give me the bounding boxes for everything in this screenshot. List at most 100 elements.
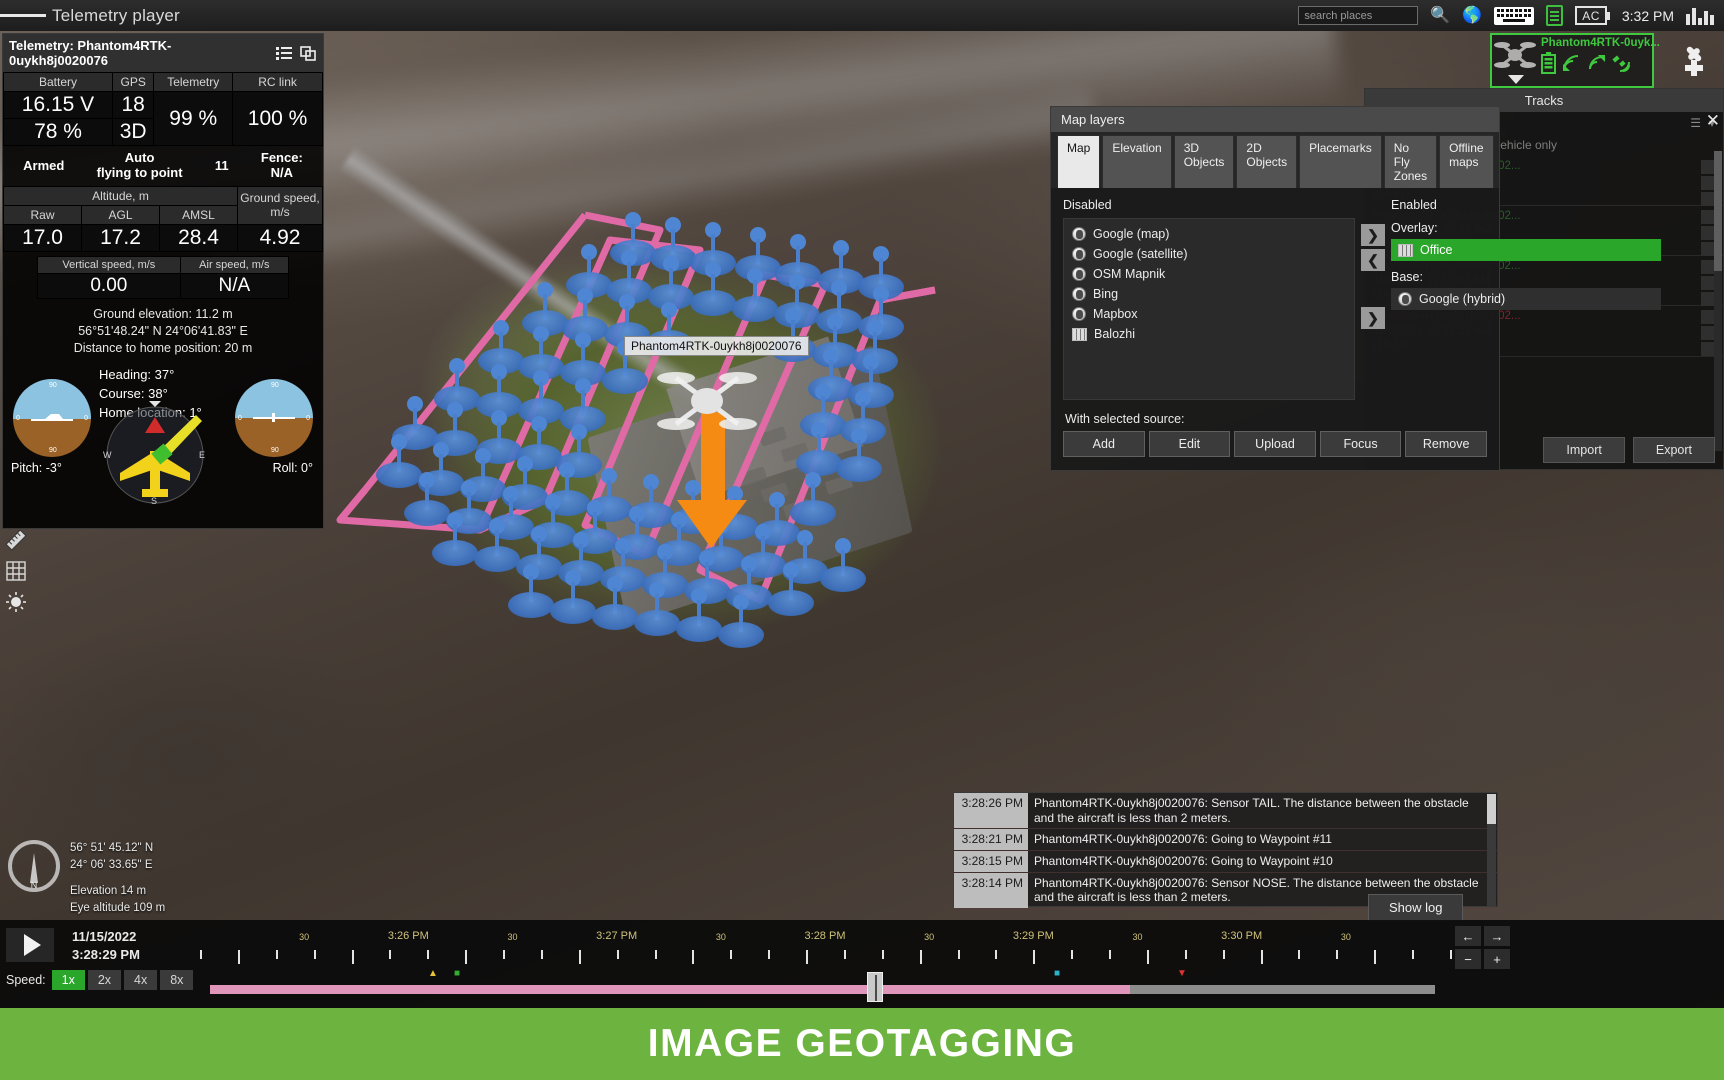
aircraft-icon[interactable]	[652, 358, 762, 446]
map-layers-title: Map layers	[1051, 107, 1499, 132]
map-layers-tab-no-fly-zones[interactable]: No Fly Zones	[1384, 135, 1437, 188]
timeline-cursor[interactable]	[867, 972, 883, 1002]
vehicle-thumbnail[interactable]	[1492, 35, 1538, 86]
map-layers-tab-placemarks[interactable]: Placemarks	[1299, 135, 1382, 188]
move-right-icon[interactable]: ❯	[1361, 224, 1385, 246]
base-item-google-hybrid[interactable]: Google (hybrid)	[1391, 288, 1661, 310]
ruler-tool-icon[interactable]	[2, 526, 30, 554]
grid-tool-icon[interactable]	[2, 557, 30, 585]
th-amsl: AMSL	[160, 205, 238, 224]
disabled-source-item[interactable]: Bing	[1064, 284, 1354, 304]
enabled-label: Enabled	[1391, 198, 1507, 212]
vehicle-dropdown-caret-icon[interactable]	[1508, 75, 1524, 84]
ground-speed-value: 4.92	[238, 224, 323, 251]
ground-elevation: Ground elevation: 11.2 m	[3, 307, 323, 321]
attitude-gauges: 90 0 0 90 Pitch: -3° 90 0 0 90 Roll: 0° …	[3, 361, 323, 511]
step-back-button[interactable]: ←	[1455, 926, 1481, 946]
show-log-button[interactable]: Show log	[1368, 894, 1463, 921]
import-button[interactable]: Import	[1543, 437, 1624, 463]
play-button[interactable]	[6, 928, 54, 962]
map-layers-actions[interactable]: AddEditUploadFocusRemove	[1051, 431, 1499, 457]
alt-agl: 17.2	[82, 224, 160, 251]
add-source-button[interactable]: Add	[1063, 431, 1145, 457]
popout-icon[interactable]	[299, 45, 317, 61]
globe-icon	[1072, 247, 1086, 261]
th-battery: Battery	[4, 73, 113, 92]
map-elevation: Elevation 14 m	[70, 883, 165, 900]
speed-button-2x[interactable]: 2x	[88, 970, 121, 990]
move-left-icon[interactable]: ❮	[1361, 249, 1385, 271]
upload-source-button[interactable]: Upload	[1234, 431, 1316, 457]
disabled-source-label: Bing	[1093, 287, 1118, 301]
map-layers-tab-offline-maps[interactable]: Offline maps	[1439, 135, 1493, 188]
disabled-source-label: Google (satellite)	[1093, 247, 1188, 261]
map-layers-tab-map[interactable]: Map	[1057, 135, 1100, 188]
focus-source-button[interactable]: Focus	[1320, 431, 1402, 457]
ruler-tick	[806, 950, 808, 964]
disabled-source-item[interactable]: Google (satellite)	[1064, 244, 1354, 264]
log-document-icon[interactable]	[1546, 5, 1563, 26]
close-icon[interactable]: ✕	[1706, 111, 1720, 131]
th-air-speed: Air speed, m/s	[180, 256, 288, 273]
telemetry-panel: Telemetry: Phantom4RTK-0uykh8j0020076 Ba…	[2, 33, 324, 529]
move-right-base-icon[interactable]: ❯	[1361, 307, 1385, 329]
list-view-icon[interactable]	[275, 45, 293, 61]
th-raw: Raw	[4, 205, 82, 224]
expand-vehicles-icon[interactable]	[1670, 40, 1718, 82]
ruler-tick	[730, 950, 732, 959]
disabled-sources-list[interactable]: Google (map) Google (satellite) OSM Mapnik…	[1063, 218, 1355, 400]
system-indicator-icon[interactable]	[1686, 7, 1714, 25]
clock: 3:32 PM	[1622, 8, 1674, 24]
globe-icon[interactable]: 🌎	[1462, 8, 1482, 24]
disabled-source-label: Google (map)	[1093, 227, 1169, 241]
ruler-label: 30	[507, 932, 517, 942]
log-scrollbar[interactable]	[1487, 794, 1496, 906]
timeline-progress	[210, 985, 1130, 994]
menu-icon[interactable]	[0, 0, 46, 31]
timeline-nav-buttons: ← → − +	[1455, 926, 1510, 969]
vehicle-map-label: Phantom4RTK-0uykh8j0020076	[624, 336, 809, 356]
speed-buttons[interactable]: 1x2x4x8x	[52, 970, 194, 990]
altitude-table: Altitude, m Ground speed, m/s Raw AGL AM…	[3, 186, 323, 252]
timeline-track[interactable]: ▲ ■ ■ ▼	[210, 980, 1435, 998]
step-forward-button[interactable]: →	[1484, 926, 1510, 946]
roll-label: Roll: 0°	[273, 461, 313, 475]
ruler-tick	[1147, 950, 1149, 964]
ruler-tick	[1185, 950, 1187, 959]
disabled-source-item[interactable]: Mapbox	[1064, 304, 1354, 324]
map-layers-tab-elevation[interactable]: Elevation	[1102, 135, 1171, 188]
ruler-tick	[465, 950, 467, 964]
player-date: 11/15/2022	[72, 928, 140, 946]
vehicle-card[interactable]: Phantom4RTK-0uyk...	[1490, 33, 1654, 88]
map-coordinate-text: 56° 51' 45.12" N 24° 06' 33.65" E Elevat…	[70, 840, 165, 917]
edit-source-button[interactable]: Edit	[1149, 431, 1231, 457]
overlay-item-office[interactable]: Office	[1391, 239, 1661, 261]
map-layers-tabs[interactable]: MapElevation3D Objects2D ObjectsPlacemar…	[1051, 132, 1499, 188]
tracks-filter-icon[interactable]: ☰	[1690, 116, 1701, 130]
brightness-tool-icon[interactable]	[2, 588, 30, 616]
globe-icon	[1072, 307, 1086, 321]
ruler-tick	[692, 950, 694, 964]
zoom-in-button[interactable]: +	[1484, 949, 1510, 969]
search-input[interactable]	[1298, 6, 1418, 25]
remove-source-button[interactable]: Remove	[1405, 431, 1487, 457]
keyboard-icon[interactable]	[1494, 7, 1534, 25]
map-layers-tab-2d-objects[interactable]: 2D Objects	[1236, 135, 1297, 188]
tracks-scrollbar[interactable]	[1714, 151, 1722, 451]
export-button[interactable]: Export	[1633, 437, 1715, 463]
search-icon[interactable]: 🔍	[1430, 8, 1450, 24]
map-layers-tab-3d-objects[interactable]: 3D Objects	[1174, 135, 1235, 188]
speed-button-4x[interactable]: 4x	[124, 970, 157, 990]
compass-icon[interactable]: N	[8, 840, 60, 892]
timeline-ruler[interactable]: 303:26 PM303:27 PM303:28 PM303:29 PM303:…	[200, 926, 1450, 972]
speed-button-1x[interactable]: 1x	[52, 970, 85, 990]
log-panel[interactable]: 3:28:26 PMPhantom4RTK-0uykh8j0020076: Se…	[953, 792, 1498, 907]
disabled-source-item[interactable]: OSM Mapnik	[1064, 264, 1354, 284]
ruler-tick	[882, 950, 884, 959]
gps-fix: 3D	[113, 119, 154, 146]
speed-button-8x[interactable]: 8x	[160, 970, 193, 990]
disabled-source-item[interactable]: Google (map)	[1064, 224, 1354, 244]
disabled-source-item[interactable]: Balozhi	[1064, 324, 1354, 344]
ruler-tick	[1261, 950, 1263, 964]
zoom-out-button[interactable]: −	[1455, 949, 1481, 969]
